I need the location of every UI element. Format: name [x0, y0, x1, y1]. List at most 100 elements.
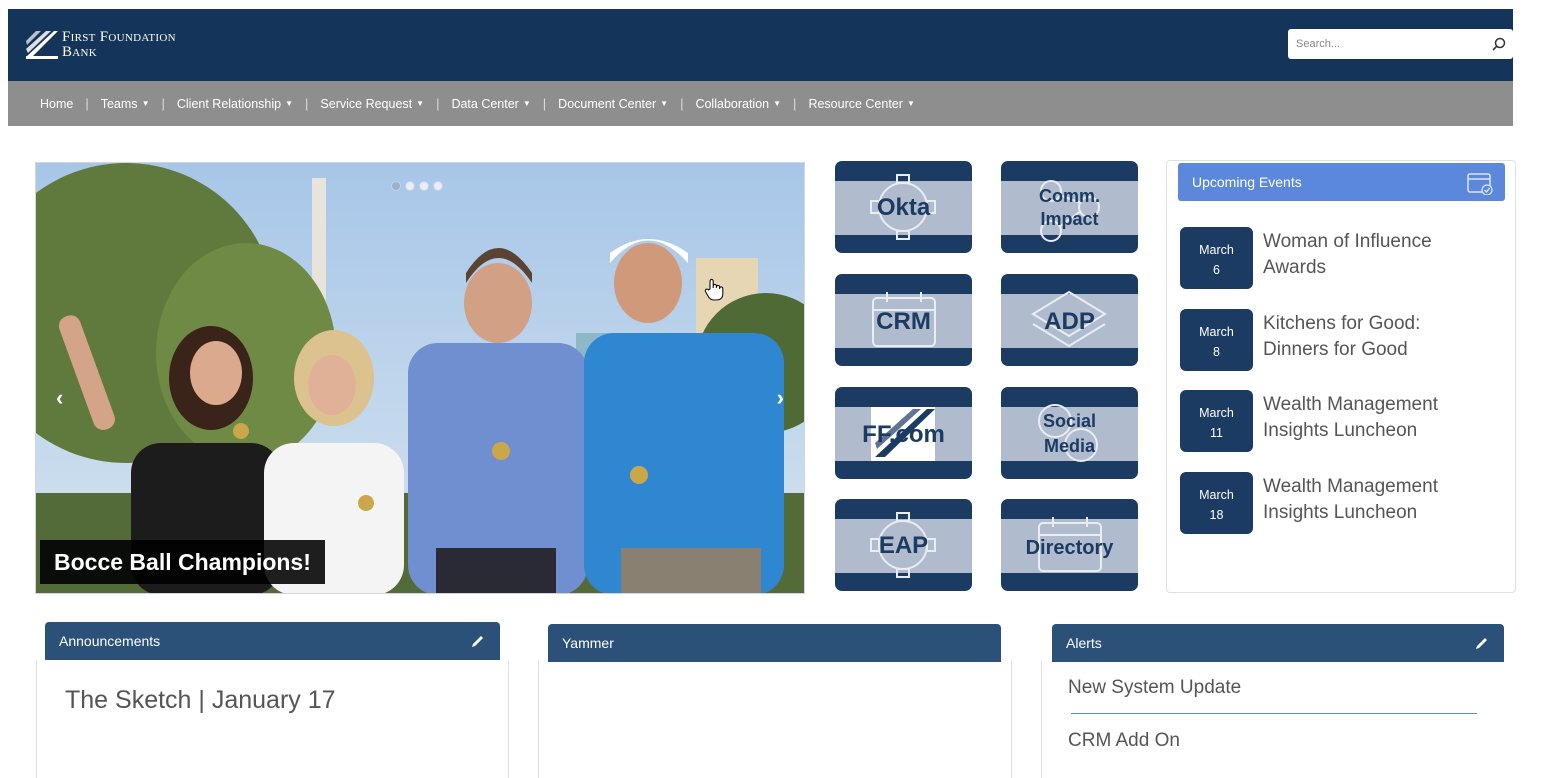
event-item[interactable]: March 6 Woman of Influence Awards — [1180, 227, 1510, 289]
search-icon[interactable] — [1491, 36, 1507, 52]
tile-crm[interactable]: CRM — [835, 274, 972, 366]
carousel-dot[interactable] — [405, 181, 415, 191]
event-title[interactable]: Wealth Management Insights Luncheon — [1263, 392, 1503, 444]
tile-eap[interactable]: EAP — [835, 499, 972, 591]
upcoming-events-header: Upcoming Events — [1178, 163, 1505, 201]
nav-service-request-label: Service Request — [320, 96, 413, 111]
nav-home[interactable]: Home — [40, 97, 73, 111]
carousel-dot[interactable] — [391, 181, 401, 191]
tile-adp-label: ADP — [1044, 308, 1095, 335]
search-box — [1288, 29, 1513, 59]
site-header: First Foundation Bank — [8, 9, 1513, 81]
tile-social-media[interactable]: Social Media — [1001, 387, 1138, 479]
event-date-badge: March 6 — [1180, 227, 1253, 289]
calendar-check-icon[interactable] — [1467, 171, 1493, 195]
carousel-dot[interactable] — [419, 181, 429, 191]
logo-text: First Foundation Bank — [62, 30, 176, 60]
caret-down-icon: ▼ — [906, 98, 915, 108]
tile-comm-impact-line2: Impact — [1040, 209, 1099, 229]
pencil-icon[interactable] — [1474, 635, 1490, 651]
alerts-title: Alerts — [1066, 635, 1102, 651]
event-date-badge: March 11 — [1180, 390, 1253, 452]
nav-separator: | — [305, 96, 309, 111]
photo-carousel[interactable]: ‹ › Bocce Ball Champions! — [35, 162, 805, 594]
tile-eap-label: EAP — [878, 532, 929, 559]
main-nav-bar: Home | Teams ▼ | Client Relationship ▼ | S… — [8, 81, 1513, 126]
nav-resource-center[interactable]: Resource Center ▼ — [808, 97, 914, 111]
nav-separator: | — [436, 96, 440, 111]
event-title-line1: Kitchens for Good: — [1263, 313, 1421, 334]
nav-separator: | — [542, 96, 547, 111]
pencil-icon[interactable] — [470, 633, 486, 649]
announcements-body — [36, 660, 509, 778]
carousel-indicators — [391, 181, 443, 191]
event-title-line2: Awards — [1263, 257, 1327, 278]
nav-separator: | — [680, 96, 684, 111]
caret-down-icon: ▼ — [773, 98, 782, 108]
nav-resource-center-label: Resource Center — [808, 96, 903, 111]
tile-comm-impact-line1: Comm. — [1038, 186, 1100, 206]
tile-adp[interactable]: ADP — [1001, 274, 1138, 366]
upcoming-events-title: Upcoming Events — [1192, 174, 1302, 190]
caret-down-icon: ▼ — [660, 98, 669, 108]
tile-directory[interactable]: Directory — [1001, 499, 1138, 591]
event-title-line2: Dinners for Good — [1263, 339, 1408, 360]
event-title[interactable]: Woman of Influence Awards — [1263, 229, 1503, 281]
yammer-body — [538, 660, 1012, 778]
tile-crm-label: CRM — [876, 308, 931, 335]
chevron-left-icon[interactable]: ‹ — [56, 385, 63, 411]
event-item[interactable]: March 11 Wealth Management Insights Lunc… — [1180, 390, 1510, 452]
caret-down-icon: ▼ — [522, 98, 531, 108]
chevron-right-icon[interactable]: › — [777, 385, 784, 411]
logo-line-2: Bank — [62, 44, 98, 60]
event-item[interactable]: March 18 Wealth Management Insights Lunc… — [1180, 472, 1510, 534]
tile-okta[interactable]: Okta — [835, 161, 972, 253]
alerts-header: Alerts — [1052, 624, 1504, 662]
main-nav: Home | Teams ▼ | Client Relationship ▼ | S… — [8, 81, 1513, 126]
event-month: March — [1199, 406, 1234, 420]
event-day: 6 — [1213, 263, 1220, 277]
event-date-badge: March 18 — [1180, 472, 1253, 534]
tile-social-media-line2: Media — [1043, 436, 1095, 456]
event-title[interactable]: Wealth Management Insights Luncheon — [1263, 474, 1503, 526]
caret-down-icon: ▼ — [141, 98, 150, 108]
nav-collaboration[interactable]: Collaboration ▼ — [695, 97, 781, 111]
nav-teams-label: Teams — [100, 96, 138, 111]
nav-document-center-label: Document Center — [558, 96, 657, 111]
event-title-line1: Wealth Management — [1263, 476, 1438, 497]
event-day: 8 — [1213, 345, 1220, 359]
nav-client-relationship-label: Client Relationship — [176, 96, 282, 111]
event-month: March — [1199, 488, 1234, 502]
yammer-title: Yammer — [562, 635, 614, 651]
carousel-dot[interactable] — [433, 181, 443, 191]
nav-data-center[interactable]: Data Center ▼ — [451, 97, 530, 111]
alert-item[interactable]: New System Update — [1068, 677, 1241, 699]
event-month: March — [1199, 325, 1234, 339]
nav-teams[interactable]: Teams ▼ — [101, 97, 150, 111]
tile-ffcom[interactable]: FF.com — [835, 387, 972, 479]
announcement-item[interactable]: The Sketch | January 17 — [65, 686, 336, 715]
event-item[interactable]: March 8 Kitchens for Good: Dinners for G… — [1180, 309, 1510, 371]
first-foundation-logo[interactable]: First Foundation Bank — [24, 27, 214, 63]
tile-ffcom-label: FF.com — [862, 421, 945, 448]
event-day: 18 — [1209, 508, 1224, 522]
alert-item[interactable]: CRM Add On — [1068, 730, 1180, 752]
nav-collaboration-label: Collaboration — [695, 96, 770, 111]
carousel-caption: Bocce Ball Champions! — [40, 540, 325, 584]
event-title-line2: Insights Luncheon — [1263, 502, 1418, 523]
nav-data-center-label: Data Center — [451, 96, 519, 111]
event-title[interactable]: Kitchens for Good: Dinners for Good — [1263, 311, 1503, 363]
event-title-line2: Insights Luncheon — [1263, 420, 1418, 441]
announcements-title: Announcements — [59, 633, 161, 649]
nav-document-center[interactable]: Document Center ▼ — [558, 97, 668, 111]
tile-comm-impact[interactable]: Comm. Impact — [1001, 161, 1138, 253]
nav-separator: | — [85, 96, 89, 111]
search-input[interactable] — [1296, 35, 1476, 53]
tile-directory-label: Directory — [1025, 537, 1114, 559]
logo-mark-icon — [26, 31, 58, 59]
nav-client-relationship[interactable]: Client Relationship ▼ — [177, 97, 293, 111]
tile-comm-impact-label: Comm. Impact — [1001, 185, 1138, 231]
event-day: 11 — [1210, 426, 1223, 440]
nav-service-request[interactable]: Service Request ▼ — [320, 97, 424, 111]
hand-cursor-icon — [704, 278, 724, 301]
